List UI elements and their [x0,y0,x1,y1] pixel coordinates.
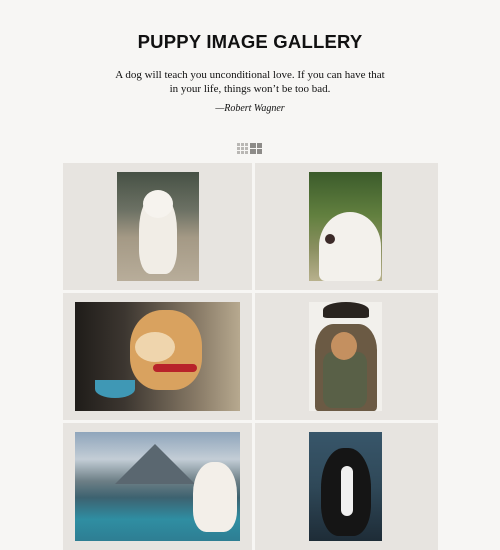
dog-photo[interactable] [309,172,382,281]
image-gallery [63,163,438,550]
dog-photo[interactable] [309,302,382,411]
page-title: PUPPY IMAGE GALLERY [137,31,363,52]
dog-photo[interactable] [75,302,240,411]
dog-photo[interactable] [117,172,199,281]
gallery-item[interactable] [255,423,438,550]
dog-photo[interactable] [75,432,240,541]
gallery-item[interactable] [255,293,438,420]
gallery-item[interactable] [255,163,438,290]
gallery-item[interactable] [63,293,252,420]
view-toggle [237,143,262,154]
gallery-item[interactable] [63,423,252,550]
dog-photo[interactable] [309,432,382,541]
gallery-item[interactable] [63,163,252,290]
quote-author: —Robert Wagner [215,103,285,114]
intro-quote: A dog will teach you unconditional love.… [115,69,385,95]
large-grid-icon[interactable] [250,143,262,154]
small-grid-icon[interactable] [237,143,248,154]
